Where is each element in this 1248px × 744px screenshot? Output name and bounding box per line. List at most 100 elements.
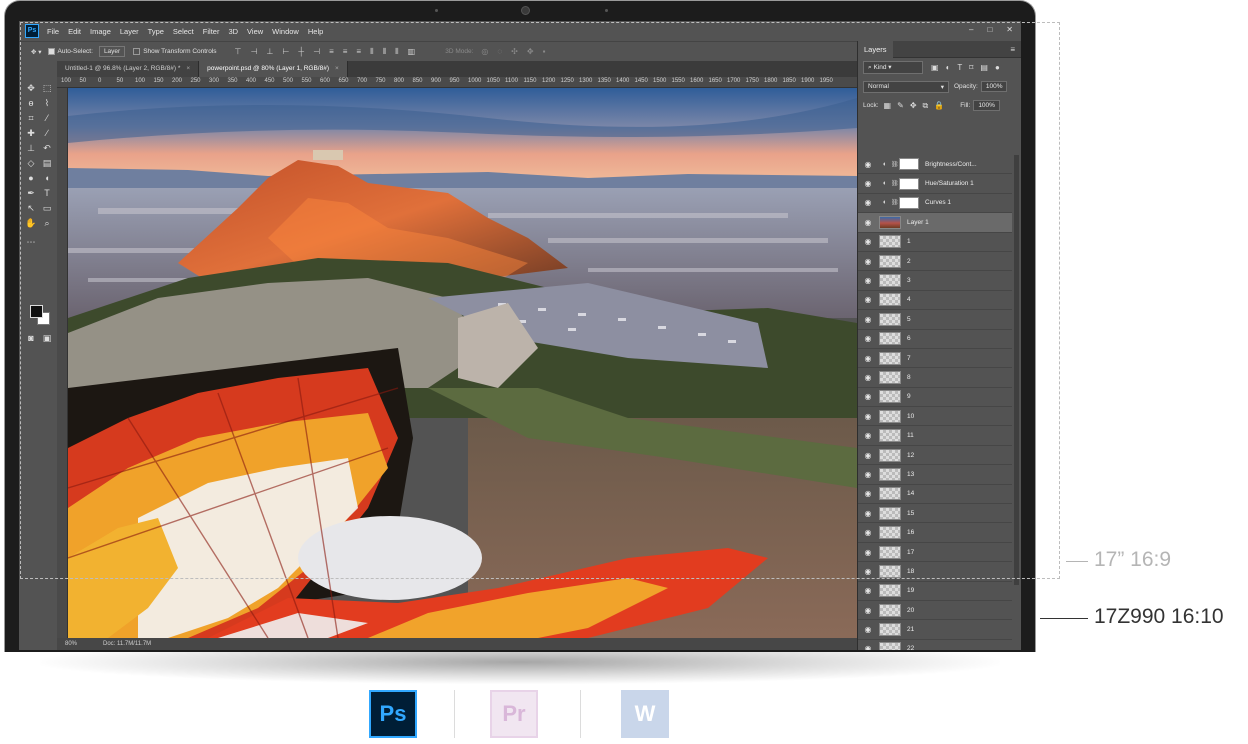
- rectangle-tool-icon[interactable]: ▭: [40, 201, 54, 215]
- align-top-icon[interactable]: ⊤: [235, 47, 242, 57]
- gradient-tool-icon[interactable]: ▤: [40, 156, 54, 170]
- layer-name[interactable]: 1: [907, 238, 911, 245]
- visibility-eye-icon[interactable]: ◉: [861, 257, 875, 266]
- menu-item-file[interactable]: File: [47, 27, 59, 36]
- visibility-eye-icon[interactable]: ◉: [861, 548, 875, 557]
- more-tools-icon[interactable]: ⋯: [24, 235, 38, 249]
- layer-name[interactable]: 16: [907, 529, 914, 536]
- layer-mask-thumbnail[interactable]: [899, 196, 919, 209]
- auto-select-checkbox[interactable]: [47, 48, 55, 55]
- lock-position-icon[interactable]: ✥: [910, 101, 917, 111]
- lasso-tool-icon[interactable]: ɵ: [24, 96, 38, 110]
- layer-thumbnail[interactable]: [879, 274, 901, 288]
- quick-mask-icon[interactable]: ◙: [24, 331, 38, 345]
- visibility-eye-icon[interactable]: ◉: [861, 586, 875, 595]
- layer-thumbnail[interactable]: [879, 235, 901, 249]
- move-tool-icon[interactable]: ✥ ▾: [31, 48, 42, 56]
- layer-row[interactable]: ◉ ◐ ⛓ Curves 1: [858, 194, 1012, 214]
- auto-select-dropdown[interactable]: Layer: [98, 46, 126, 57]
- distribute-right-icon[interactable]: ⦀: [395, 47, 399, 57]
- menu-item-select[interactable]: Select: [173, 27, 194, 36]
- layer-name[interactable]: 20: [907, 607, 914, 614]
- blend-mode-dropdown[interactable]: Normal ▾: [863, 80, 949, 93]
- align-left-icon[interactable]: ⊢: [282, 47, 289, 57]
- lock-pixels-icon[interactable]: ✎: [897, 101, 904, 111]
- marquee-tool-icon[interactable]: ⬚: [40, 81, 54, 95]
- layer-thumbnail[interactable]: [879, 506, 901, 520]
- layer-thumbnail[interactable]: [879, 487, 901, 501]
- layer-thumbnail[interactable]: [879, 545, 901, 559]
- visibility-eye-icon[interactable]: ◉: [861, 295, 875, 304]
- layer-row[interactable]: ◉ ◐ ⛓ Brightness/Cont...: [858, 155, 1012, 175]
- menu-item-3d[interactable]: 3D: [228, 27, 238, 36]
- close-icon[interactable]: ✕: [1006, 25, 1013, 34]
- visibility-eye-icon[interactable]: ◉: [861, 160, 875, 169]
- visibility-eye-icon[interactable]: ◉: [861, 218, 875, 227]
- layer-row[interactable]: ◉ 21: [858, 620, 1012, 640]
- tab-powerpoint-psd[interactable]: powerpoint.psd @ 80% (Layer 1, RGB/8#) ×: [199, 61, 348, 77]
- menu-item-filter[interactable]: Filter: [203, 27, 220, 36]
- layer-name[interactable]: 8: [907, 374, 911, 381]
- dodge-tool-icon[interactable]: ◖: [40, 171, 54, 185]
- layer-thumbnail[interactable]: [879, 351, 901, 365]
- layer-mask-thumbnail[interactable]: [899, 158, 919, 171]
- hand-tool-icon[interactable]: ✋: [24, 216, 38, 230]
- transform-controls-checkbox[interactable]: [133, 48, 141, 55]
- history-brush-tool-icon[interactable]: ↶: [40, 141, 54, 155]
- layer-thumbnail[interactable]: [879, 564, 901, 578]
- document-canvas[interactable]: [68, 88, 857, 638]
- layer-name[interactable]: 19: [907, 587, 914, 594]
- layer-row[interactable]: ◉ Layer 1: [858, 213, 1012, 233]
- layer-name[interactable]: Hue/Saturation 1: [925, 180, 974, 187]
- visibility-eye-icon[interactable]: ◉: [861, 489, 875, 498]
- layer-row[interactable]: ◉ 2: [858, 252, 1012, 272]
- brush-tool-icon[interactable]: ∕: [40, 126, 54, 140]
- visibility-eye-icon[interactable]: ◉: [861, 625, 875, 634]
- layer-name[interactable]: 11: [907, 432, 914, 439]
- layer-name[interactable]: 14: [907, 490, 914, 497]
- layer-name[interactable]: 15: [907, 510, 914, 517]
- layer-thumbnail[interactable]: [879, 370, 901, 384]
- layer-row[interactable]: ◉ 13: [858, 465, 1012, 485]
- orbit-icon[interactable]: ◎: [481, 47, 488, 56]
- minimize-icon[interactable]: –: [969, 25, 973, 34]
- layer-row[interactable]: ◉ 4: [858, 291, 1012, 311]
- mask-link-icon[interactable]: ⛓: [891, 161, 899, 168]
- layer-row[interactable]: ◉ 3: [858, 271, 1012, 291]
- zoom-level[interactable]: 80%: [65, 641, 77, 647]
- menu-item-image[interactable]: Image: [90, 27, 111, 36]
- menu-item-view[interactable]: View: [247, 27, 263, 36]
- visibility-eye-icon[interactable]: ◉: [861, 528, 875, 537]
- layer-row[interactable]: ◉ 17: [858, 543, 1012, 563]
- visibility-eye-icon[interactable]: ◉: [861, 509, 875, 518]
- layer-name[interactable]: 17: [907, 549, 914, 556]
- align-center-icon[interactable]: ┼: [298, 47, 304, 57]
- layer-thumbnail[interactable]: [879, 603, 901, 617]
- pen-tool-icon[interactable]: ✒: [24, 186, 38, 200]
- distribute-center-icon[interactable]: ⦀: [383, 47, 387, 57]
- align-right-icon[interactable]: ⊣: [313, 47, 320, 57]
- visibility-eye-icon[interactable]: ◉: [861, 431, 875, 440]
- menu-item-window[interactable]: Window: [272, 27, 299, 36]
- layer-row[interactable]: ◉ 22: [858, 640, 1012, 650]
- visibility-eye-icon[interactable]: ◉: [861, 198, 875, 207]
- menu-item-layer[interactable]: Layer: [120, 27, 139, 36]
- layer-thumbnail[interactable]: [879, 293, 901, 307]
- layer-row[interactable]: ◉ 18: [858, 562, 1012, 582]
- layer-row[interactable]: ◉ 15: [858, 504, 1012, 524]
- visibility-eye-icon[interactable]: ◉: [861, 179, 875, 188]
- layer-row[interactable]: ◉ ◐ ⛓ Hue/Saturation 1: [858, 174, 1012, 194]
- layer-row[interactable]: ◉ 8: [858, 368, 1012, 388]
- layer-thumbnail[interactable]: [879, 526, 901, 540]
- pixel-filter-icon[interactable]: ▣: [931, 63, 939, 72]
- blur-tool-icon[interactable]: ●: [24, 171, 38, 185]
- layer-thumbnail[interactable]: [879, 409, 901, 423]
- layer-row[interactable]: ◉ 19: [858, 582, 1012, 601]
- clone-stamp-tool-icon[interactable]: ⊥: [24, 141, 38, 155]
- layer-thumbnail[interactable]: [879, 332, 901, 346]
- path-select-tool-icon[interactable]: ↖: [24, 201, 38, 215]
- layer-name[interactable]: 13: [907, 471, 914, 478]
- lock-artboard-icon[interactable]: ⧉: [923, 101, 929, 111]
- layer-name[interactable]: 6: [907, 335, 911, 342]
- quick-select-tool-icon[interactable]: ⌇: [40, 96, 54, 110]
